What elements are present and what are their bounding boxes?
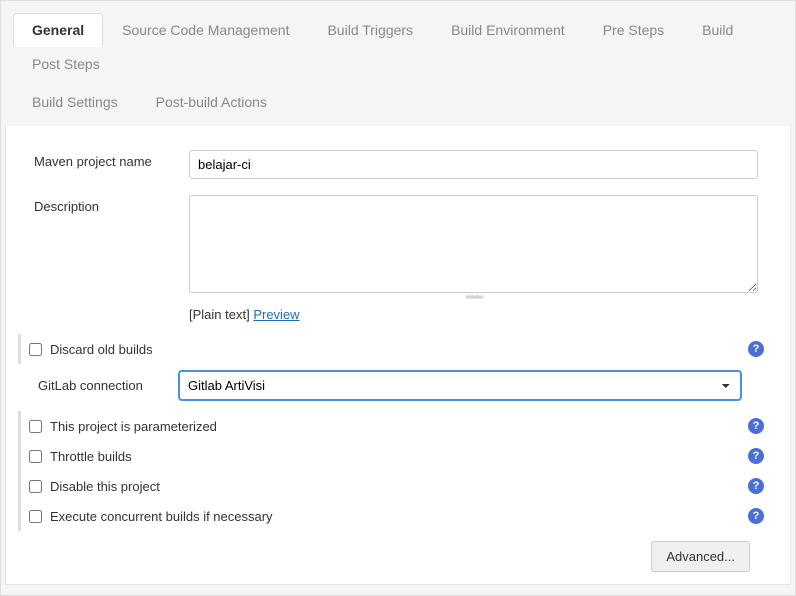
tab-build-settings[interactable]: Build Settings [13, 85, 137, 119]
tab-build[interactable]: Build [683, 13, 752, 47]
parameterized-checkbox[interactable] [29, 420, 42, 433]
throttle-checkbox[interactable] [29, 450, 42, 463]
tab-general[interactable]: General [13, 13, 103, 47]
description-textarea[interactable] [189, 195, 758, 293]
tab-pre-steps[interactable]: Pre Steps [584, 13, 683, 47]
throttle-label: Throttle builds [50, 449, 748, 464]
help-icon[interactable]: ? [748, 448, 764, 464]
discard-old-builds-label: Discard old builds [50, 342, 748, 357]
discard-old-builds-checkbox[interactable] [29, 343, 42, 356]
resize-handle-icon[interactable]: ═══ [189, 292, 758, 303]
gitlab-connection-select[interactable]: Gitlab ArtiVisi [178, 370, 742, 401]
plaintext-label: [Plain text] [189, 307, 250, 322]
help-icon[interactable]: ? [748, 418, 764, 434]
advanced-button[interactable]: Advanced... [651, 541, 750, 572]
project-name-label: Maven project name [34, 150, 189, 169]
parameterized-label: This project is parameterized [50, 419, 748, 434]
preview-link[interactable]: Preview [253, 307, 299, 322]
tab-scm[interactable]: Source Code Management [103, 13, 308, 47]
disable-checkbox[interactable] [29, 480, 42, 493]
help-icon[interactable]: ? [748, 478, 764, 494]
tab-post-steps[interactable]: Post Steps [13, 47, 119, 81]
disable-label: Disable this project [50, 479, 748, 494]
project-name-input[interactable] [189, 150, 758, 179]
tab-post-build-actions[interactable]: Post-build Actions [137, 85, 286, 119]
description-label: Description [34, 195, 189, 214]
help-icon[interactable]: ? [748, 508, 764, 524]
gitlab-connection-label: GitLab connection [38, 378, 178, 393]
tab-build-triggers[interactable]: Build Triggers [308, 13, 432, 47]
concurrent-checkbox[interactable] [29, 510, 42, 523]
tab-build-environment[interactable]: Build Environment [432, 13, 584, 47]
concurrent-label: Execute concurrent builds if necessary [50, 509, 748, 524]
help-icon[interactable]: ? [748, 341, 764, 357]
